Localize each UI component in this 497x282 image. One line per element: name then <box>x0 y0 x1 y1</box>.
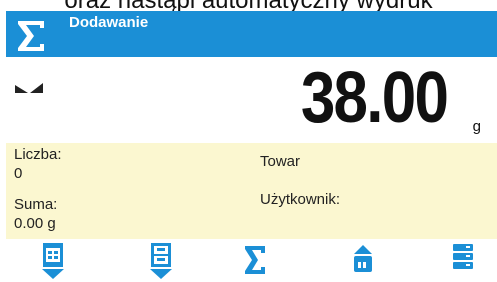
sigma-icon <box>245 246 265 274</box>
sigma-icon <box>18 21 44 51</box>
product-icon <box>354 245 372 272</box>
toolbar-button-database[interactable] <box>442 239 482 282</box>
tray-add-icon <box>150 243 172 279</box>
info-panel: Liczba: 0 Suma: 0.00 g Towar Użytkownik: <box>6 143 497 239</box>
title-bar: Dodawanie <box>6 11 497 57</box>
product-label: Towar <box>260 153 301 170</box>
tray-down-icon <box>42 243 64 279</box>
toolbar-button-2[interactable] <box>140 239 180 282</box>
user-label: Użytkownik: <box>260 191 341 208</box>
weight-unit: g <box>472 118 481 135</box>
weight-value: 38.00 <box>300 58 449 138</box>
count-value: 0 <box>14 165 23 182</box>
function-toolbar <box>6 239 497 282</box>
database-icon <box>453 244 473 269</box>
count-label: Liczba: <box>14 146 62 163</box>
toolbar-button-1[interactable] <box>32 239 72 282</box>
sum-value: 0.00 g <box>14 215 56 232</box>
toolbar-button-product[interactable] <box>342 239 382 282</box>
weighing-display: 38.00 g <box>6 57 497 143</box>
sum-label: Suma: <box>14 196 58 213</box>
mode-title: Dodawanie <box>69 14 149 31</box>
stable-icon <box>15 83 43 93</box>
toolbar-button-sigma[interactable] <box>234 239 274 282</box>
